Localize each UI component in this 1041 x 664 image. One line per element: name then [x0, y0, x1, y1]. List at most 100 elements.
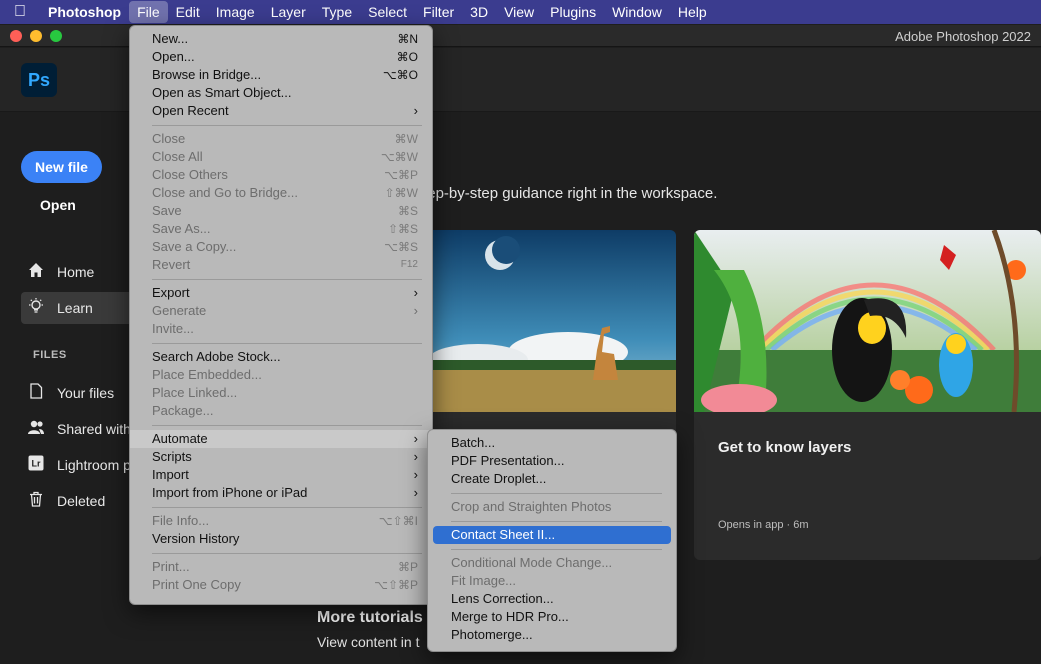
menu-window[interactable]: Window: [604, 1, 670, 23]
home-icon: [21, 262, 51, 283]
menu-filter[interactable]: Filter: [415, 1, 462, 23]
menu-item-label: Revert: [152, 257, 191, 272]
automate_menu-item-pdf-presentation[interactable]: PDF Presentation...: [428, 452, 676, 470]
menu-separator: [152, 425, 422, 426]
sidebar-item-lightroom[interactable]: Lr Lightroom p: [21, 449, 141, 481]
lightroom-icon: Lr: [21, 455, 51, 476]
file_menu-item-revert: Revert F12: [130, 256, 432, 274]
menu-item-shortcut: ⌘O: [396, 50, 418, 64]
menu-select[interactable]: Select: [360, 1, 415, 23]
menu-type[interactable]: Type: [314, 1, 360, 23]
automate_menu-item-merge-to-hdr-pro[interactable]: Merge to HDR Pro...: [428, 608, 676, 626]
menu-item-label: Create Droplet...: [451, 471, 547, 486]
menu-3d[interactable]: 3D: [462, 1, 496, 23]
close-window-button[interactable]: [10, 30, 22, 42]
chevron-right-icon: ›: [413, 431, 418, 446]
menu-item-label: Close and Go to Bridge...: [152, 185, 298, 200]
sidebar-item-learn[interactable]: Learn: [21, 292, 141, 324]
sidebar-item-your-files[interactable]: Your files: [21, 377, 141, 409]
file_menu-item-open-as-smart-object[interactable]: Open as Smart Object...: [130, 84, 432, 102]
minimize-window-button[interactable]: [30, 30, 42, 42]
menu-app-photoshop[interactable]: Photoshop: [40, 1, 129, 23]
apple-icon[interactable]: : [0, 3, 40, 21]
file_menu-item-open-recent[interactable]: Open Recent ›: [130, 102, 432, 120]
menu-item-shortcut: ⌘W: [394, 132, 418, 146]
file_menu-item-import-from-iphone-or-ipad[interactable]: Import from iPhone or iPad ›: [130, 484, 432, 502]
trash-icon: [21, 491, 51, 512]
file_menu-item-scripts[interactable]: Scripts ›: [130, 448, 432, 466]
file_menu-item-automate[interactable]: Automate ›: [130, 430, 432, 448]
menu-item-label: PDF Presentation...: [451, 453, 565, 468]
automate_menu-item-lens-correction[interactable]: Lens Correction...: [428, 590, 676, 608]
menu-plugins[interactable]: Plugins: [542, 1, 604, 23]
menu-item-label: Contact Sheet II...: [451, 527, 556, 542]
file_menu-item-search-adobe-stock[interactable]: Search Adobe Stock...: [130, 348, 432, 366]
chevron-right-icon: ›: [413, 103, 418, 118]
file_menu-item-close-all: Close All ⌥⌘W: [130, 148, 432, 166]
macos-menu-bar:  Photoshop File Edit Image Layer Type S…: [0, 0, 1041, 24]
menu-layer[interactable]: Layer: [263, 1, 314, 23]
menu-item-label: Save: [152, 203, 182, 218]
menu-item-label: Browse in Bridge...: [152, 67, 262, 82]
menu-help[interactable]: Help: [670, 1, 715, 23]
zoom-window-button[interactable]: [50, 30, 62, 42]
sidebar-item-shared[interactable]: Shared with: [21, 413, 141, 445]
file_menu-item-open[interactable]: Open... ⌘O: [130, 48, 432, 66]
file_menu-item-new[interactable]: New... ⌘N: [130, 30, 432, 48]
menu-item-label: New...: [152, 31, 189, 46]
menu-item-label: Print...: [152, 559, 190, 574]
files-section-heading: FILES: [33, 349, 67, 361]
menu-view[interactable]: View: [496, 1, 542, 23]
menu-item-label: Open...: [152, 49, 195, 64]
file_menu-item-close-others: Close Others ⌥⌘P: [130, 166, 432, 184]
sidebar-item-label: Your files: [57, 385, 115, 401]
menu-item-label: Lens Correction...: [451, 591, 554, 606]
file_menu-item-version-history[interactable]: Version History: [130, 530, 432, 548]
sidebar-item-label: Home: [57, 264, 95, 280]
automate_menu-item-contact-sheet-ii[interactable]: Contact Sheet II...: [433, 526, 671, 544]
menu-item-label: Print One Copy: [152, 577, 241, 592]
menu-item-shortcut: ⌘N: [397, 32, 418, 46]
automate_menu-item-create-droplet[interactable]: Create Droplet...: [428, 470, 676, 488]
new-file-button[interactable]: New file: [21, 151, 102, 183]
sidebar-item-label: Learn: [57, 300, 93, 316]
automate_menu-item-fit-image: Fit Image...: [428, 572, 676, 590]
file-menu: New... ⌘N Open... ⌘O Browse in Bridge... ⌥⌘O O…: [129, 25, 433, 605]
menu-image[interactable]: Image: [208, 1, 263, 23]
chevron-right-icon: ›: [413, 303, 418, 318]
menu-item-label: Crop and Straighten Photos: [451, 499, 612, 514]
menu-item-shortcut: ⇧⌘W: [384, 186, 418, 200]
automate_menu-item-crop-and-straighten-photos: Crop and Straighten Photos: [428, 498, 676, 516]
tutorial-card-title: Get to know layers: [718, 439, 852, 456]
menu-file[interactable]: File: [129, 1, 168, 23]
menu-item-shortcut: ⌘S: [397, 204, 418, 218]
more-tutorials-subheading: View content in t: [317, 634, 420, 650]
open-button[interactable]: Open: [40, 197, 76, 213]
menu-edit[interactable]: Edit: [168, 1, 208, 23]
menu-item-label: Import: [152, 467, 189, 482]
menu-item-label: Version History: [152, 531, 240, 546]
sidebar-item-home[interactable]: Home: [21, 256, 141, 288]
sidebar-item-label: Shared with: [57, 421, 131, 437]
menu-separator: [152, 125, 422, 126]
sidebar-item-deleted[interactable]: Deleted: [21, 485, 141, 517]
file_menu-item-close-and-go-to-bridge: Close and Go to Bridge... ⇧⌘W: [130, 184, 432, 202]
menu-item-label: Place Linked...: [152, 385, 238, 400]
chevron-right-icon: ›: [413, 449, 418, 464]
menu-separator: [152, 553, 422, 554]
menu-item-label: Automate: [152, 431, 208, 446]
menu-item-label: Search Adobe Stock...: [152, 349, 281, 364]
file_menu-item-browse-in-bridge[interactable]: Browse in Bridge... ⌥⌘O: [130, 66, 432, 84]
automate_menu-item-photomerge[interactable]: Photomerge...: [428, 626, 676, 644]
file_menu-item-print-one-copy: Print One Copy ⌥⇧⌘P: [130, 576, 432, 594]
file_menu-item-export[interactable]: Export ›: [130, 284, 432, 302]
file_menu-item-save-as: Save As... ⇧⌘S: [130, 220, 432, 238]
tutorial-card-get-to-know-layers[interactable]: Get to know layers Opens in app · 6m: [694, 230, 1041, 560]
menu-item-label: Fit Image...: [451, 573, 517, 588]
automate_menu-item-batch[interactable]: Batch...: [428, 434, 676, 452]
file_menu-item-import[interactable]: Import ›: [130, 466, 432, 484]
menu-separator: [152, 507, 422, 508]
tutorial-thumbnail: [694, 230, 1041, 412]
file_menu-item-close: Close ⌘W: [130, 130, 432, 148]
file_menu-item-package: Package...: [130, 402, 432, 420]
